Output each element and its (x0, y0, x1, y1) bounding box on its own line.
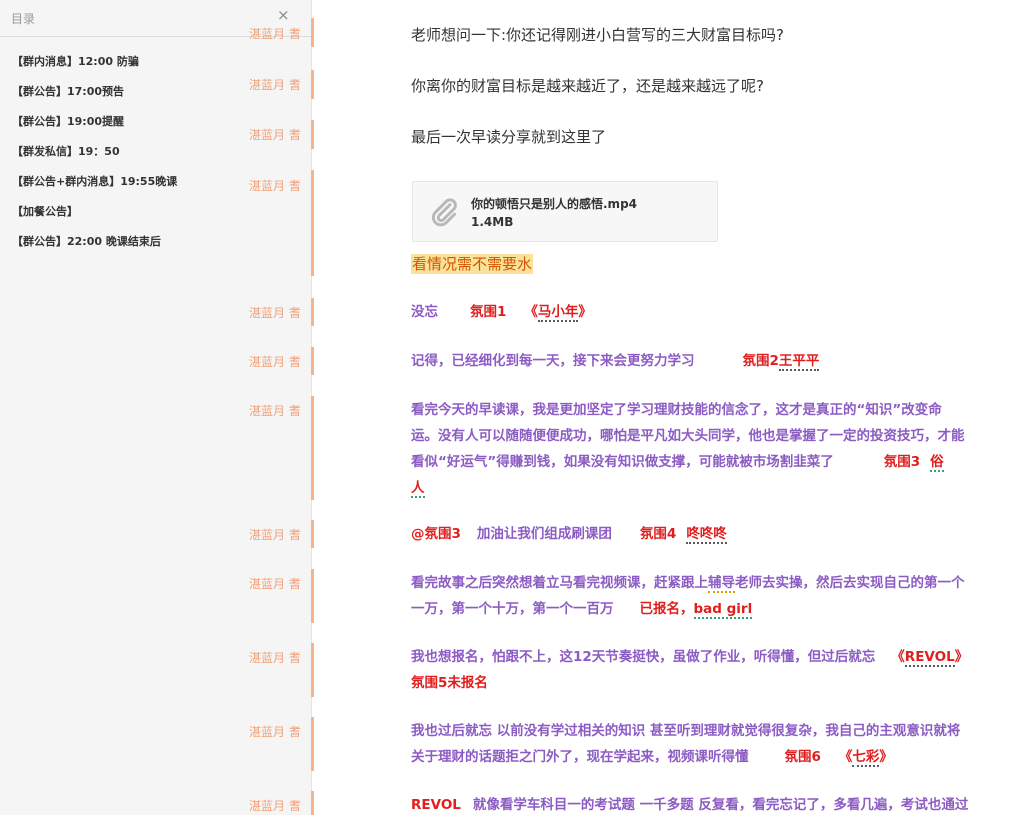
file-size: 1.4MB (471, 215, 514, 229)
message-bar (311, 569, 314, 623)
message-text: 最后一次早读分享就到这里了 (411, 128, 607, 146)
reply-text: 关于理财的话题拒之门外了，现在学起来，视频课听得懂 (411, 749, 749, 765)
highlight-note: 看情况需不需要水 (411, 253, 534, 274)
bracket: 》 (879, 749, 893, 765)
tag-name: 氛围6 (784, 749, 821, 765)
author-label: 湛蓝月 耆 (249, 355, 301, 369)
reply-text: 记得，已经细化到每一天，接下来会更努力学习 (411, 353, 695, 369)
tag-name: 氛围5未报名 (411, 675, 488, 691)
tag-name: 氛围2 (742, 353, 779, 369)
reply-message: 看完今天的早读课，我是更加坚定了学习理财技能的信念了，这才是真正的“知识”改变命… (411, 397, 965, 501)
bracket: 《 (891, 649, 905, 665)
message-bar (311, 70, 314, 99)
toc-item[interactable]: 【加餐公告】 (12, 203, 78, 219)
user-name: bad girl (693, 601, 753, 619)
message-text: 你离你的财富目标是越来越近了，还是越来越远了呢? (411, 77, 764, 95)
tag-name: 氛围4 (639, 526, 677, 542)
reply-text: 老师去实操，然后去实现自己的第一个 (735, 575, 965, 591)
author-label: 湛蓝月 耆 (249, 306, 301, 320)
message-bar (311, 643, 314, 697)
author-label: 湛蓝月 耆 (249, 725, 301, 739)
author-label: 湛蓝月 耆 (249, 179, 301, 193)
paperclip-icon (431, 198, 457, 227)
message-bar (311, 298, 314, 326)
bracket: 《 (838, 749, 853, 765)
toc-item[interactable]: 【群公告+群内消息】19:55晚课 (12, 173, 177, 189)
reply-text: 辅导 (708, 575, 735, 593)
message-bar (311, 170, 314, 276)
user-name: REVOL (411, 797, 461, 813)
toc-item[interactable]: 【群发私信】19：50 (12, 143, 120, 159)
reply-message: 我也想报名，怕跟不上，这12天节奏挺快，虽做了作业，听得懂，但过后就忘 《REVO… (411, 644, 968, 696)
reply-message: 我也过后就忘 以前没有学过相关的知识 甚至听到理财就觉得很复杂，我自己的主观意识… (411, 718, 960, 770)
tag-name: 氛围1 (470, 304, 507, 320)
reply-text: 运。没有人可以随随便便成功，哪怕是平凡如大头同学，他也是掌握了一定的投资技巧，才… (411, 428, 965, 444)
user-name: 王平平 (778, 353, 820, 371)
toc-item[interactable]: 【群内消息】12:00 防骗 (12, 53, 139, 69)
message-bar (311, 120, 314, 149)
reply-text: 我也过后就忘 以前没有学过相关的知识 甚至听到理财就觉得很复杂，我自己的主观意识… (411, 723, 961, 739)
reply-text: 看完今天的早读课，我是更加坚定了学习理财技能的信念了，这才是真正的“知识”改变命 (411, 402, 942, 418)
reply-message: @氛围3 加油让我们组成刷课团 氛围4 咚咚咚 (411, 521, 727, 547)
user-name: 人 (411, 480, 425, 498)
toc-item[interactable]: 【群公告】22:00 晚课结束后 (12, 233, 161, 249)
user-name: 咚咚咚 (686, 526, 727, 544)
bracket: 》 (578, 304, 592, 320)
message-bar (311, 791, 314, 815)
tag-name: 氛围3 (883, 454, 921, 470)
file-name: 你的顿悟只是别人的感悟.mp4 (471, 197, 638, 211)
reply-message: 没忘 氛围1 《马小年》 (411, 299, 592, 325)
bracket: 《 (524, 304, 538, 320)
author-label: 湛蓝月 耆 (249, 799, 301, 813)
reply-text: 看似“好运气”得赚到钱，如果没有知识做支撑，可能就被市场割韭菜了 (411, 454, 834, 470)
mention: @氛围3 (411, 526, 461, 542)
reply-text: 加油让我们组成刷课团 (476, 526, 612, 542)
highlight-text: 看情况需不需要水 (411, 254, 534, 274)
message-bar (311, 347, 314, 375)
reply-message: 记得，已经细化到每一天，接下来会更努力学习 氛围2王平平 (411, 348, 820, 374)
message-bar (311, 520, 314, 548)
user-name: REVOL (904, 649, 955, 667)
message-text: 老师想问一下:你还记得刚进小白营写的三大财富目标吗? (411, 26, 785, 44)
user-name: 七彩 (852, 749, 880, 767)
close-icon[interactable]: × (277, 7, 290, 23)
author-label: 湛蓝月 耆 (249, 577, 301, 591)
reply-text: 我也想报名，怕跟不上，这12天节奏挺快，虽做了作业，听得懂，但过后就忘 (411, 649, 876, 665)
reply-text: 一万，第一个十万，第一个一百万 (411, 601, 614, 617)
author-label: 湛蓝月 耆 (249, 651, 301, 665)
reply-text: 看完故事之后突然想着立马看完视频课，赶紧跟上 (411, 575, 708, 591)
toc-title: 目录 (11, 12, 36, 26)
reply-message: 看完故事之后突然想着立马看完视频课，赶紧跟上辅导老师去实操，然后去实现自己的第一… (411, 570, 965, 622)
reply-text: 没忘 (411, 304, 438, 320)
toc-item[interactable]: 【群公告】17:00预告 (12, 83, 124, 99)
message-bar (311, 396, 314, 500)
message-bar (311, 717, 314, 771)
file-attachment[interactable]: 你的顿悟只是别人的感悟.mp4 1.4MB (412, 181, 718, 242)
author-label: 湛蓝月 耆 (249, 404, 301, 418)
bracket: 》 (954, 649, 969, 665)
author-label: 湛蓝月 耆 (249, 528, 301, 542)
reply-text: 就像看学车科目一的考试题 一千多题 反复看，看完忘记了，多看几遍，考试也通过 (472, 797, 969, 813)
user-name: 马小年 (537, 304, 579, 322)
author-label: 湛蓝月 耆 (249, 128, 301, 142)
reply-message: REVOL 就像看学车科目一的考试题 一千多题 反复看，看完忘记了，多看几遍，考试… (411, 792, 968, 818)
status-text: 已报名， (639, 601, 694, 617)
author-label: 湛蓝月 耆 (249, 78, 301, 92)
author-label: 湛蓝月 耆 (249, 27, 301, 41)
toc-item[interactable]: 【群公告】19:00提醒 (12, 113, 124, 129)
user-name: 俗 (930, 454, 944, 472)
message-bar (311, 18, 314, 47)
